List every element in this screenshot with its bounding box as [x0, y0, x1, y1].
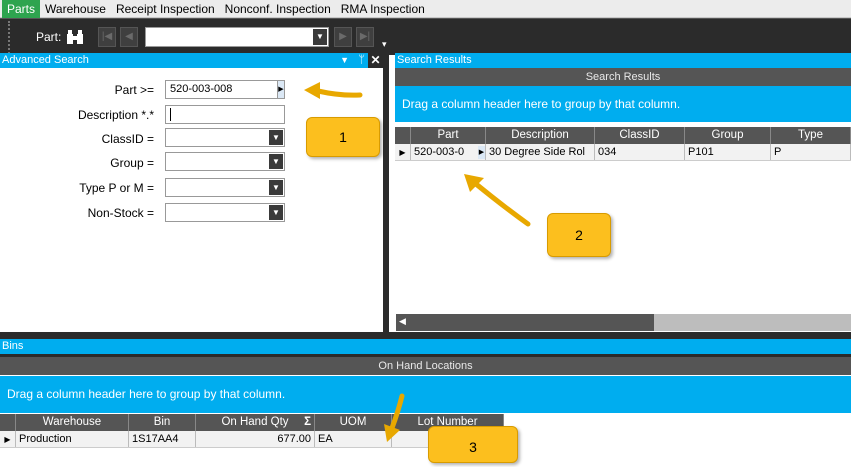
callout-1: 1 — [306, 117, 380, 157]
arrow-3-icon — [384, 393, 405, 442]
row-selector-header — [395, 127, 411, 144]
row-indicator-icon: ▶ — [0, 431, 16, 447]
splitter[interactable] — [0, 332, 851, 339]
chevron-down-icon[interactable]: ▼ — [269, 205, 283, 220]
description-field-label: Description *.* — [77, 108, 154, 122]
type-combo[interactable]: ▼ — [165, 178, 285, 197]
horizontal-scrollbar[interactable]: ◀ — [396, 314, 851, 331]
col-description[interactable]: Description — [486, 127, 595, 144]
part-label: Part: — [36, 30, 62, 44]
menu-parts[interactable]: Parts — [2, 0, 41, 18]
advanced-search-title: Advanced Search — [2, 54, 89, 66]
cell-qty[interactable]: 677.00 — [196, 431, 315, 447]
group-field-label: Group = — [110, 156, 154, 170]
group-combo[interactable]: ▼ — [165, 152, 285, 171]
group-by-bar[interactable]: Drag a column header here to group by th… — [395, 86, 851, 122]
classid-combo[interactable]: ▼ — [165, 128, 285, 147]
part-field-label: Part >= — [114, 83, 154, 97]
menu-warehouse[interactable]: Warehouse — [40, 0, 111, 18]
col-group[interactable]: Group — [685, 127, 771, 144]
callout-3: 3 — [428, 426, 518, 463]
chevron-down-icon[interactable]: ▼ — [269, 130, 283, 145]
prev-record-button[interactable]: ◀ — [120, 27, 138, 47]
binoculars-icon[interactable] — [66, 29, 84, 48]
cell-bin[interactable]: 1S17AA4 — [129, 431, 196, 447]
menu-bar: Parts Warehouse Receipt Inspection Nonco… — [0, 0, 851, 18]
prev-icon: ◀ — [125, 31, 133, 42]
scrollbar-track[interactable] — [654, 314, 851, 331]
dropdown-icon[interactable]: ▼ — [340, 53, 349, 68]
bins-panel: Bins On Hand Locations Drag a column hea… — [0, 339, 851, 463]
menu-nonconf-inspection[interactable]: Nonconf. Inspection — [220, 0, 336, 18]
type-field-label: Type P or M = — [79, 181, 154, 195]
first-record-button[interactable]: |◀ — [98, 27, 116, 47]
col-type[interactable]: Type — [771, 127, 851, 144]
col-part[interactable]: Part — [411, 127, 486, 144]
classid-field-label: ClassID = — [101, 132, 154, 146]
cell-description[interactable]: 30 Degree Side Rol — [486, 144, 595, 160]
toolbar-grip[interactable] — [8, 21, 12, 54]
col-on-hand-qty[interactable]: On Hand Qty Σ — [196, 414, 315, 431]
callout-2: 2 — [547, 213, 611, 257]
col-on-hand-qty-label: On Hand Qty — [221, 416, 289, 428]
description-field[interactable] — [165, 105, 285, 124]
menu-receipt-inspection[interactable]: Receipt Inspection — [111, 0, 220, 18]
cell-group[interactable]: P101 — [685, 144, 771, 160]
col-bin[interactable]: Bin — [129, 414, 196, 431]
pin-icon[interactable]: ᛘ — [358, 53, 365, 68]
next-record-button[interactable]: ▶ — [334, 27, 352, 47]
close-icon[interactable]: ✕ — [368, 53, 383, 68]
overflow-chevron-icon[interactable]: ▾ — [382, 39, 387, 50]
results-grid-header: Part Description ClassID Group Type — [395, 127, 851, 144]
caret-right-icon[interactable]: ▶ — [277, 81, 284, 98]
first-icon: |◀ — [101, 31, 113, 42]
table-row[interactable]: ▶ 520-003-0 ▶ 30 Degree Side Rol 034 P101… — [395, 144, 851, 161]
cell-part[interactable]: 520-003-0 ▶ — [411, 144, 486, 160]
row-indicator-icon: ▶ — [395, 144, 411, 160]
scroll-left-icon[interactable]: ◀ — [399, 316, 406, 327]
nonstock-combo[interactable]: ▼ — [165, 203, 285, 222]
text-cursor — [170, 108, 171, 121]
arrow-2-icon — [464, 174, 531, 227]
cell-warehouse[interactable]: Production — [16, 431, 129, 447]
cell-part-text: 520-003-0 — [414, 146, 465, 158]
part-field-value: 520-003-008 — [170, 83, 233, 95]
col-classid[interactable]: ClassID — [595, 127, 685, 144]
chevron-down-icon[interactable]: ▼ — [269, 180, 283, 195]
last-record-button[interactable]: ▶| — [356, 27, 374, 47]
part-field[interactable]: 520-003-008 ▶ — [165, 80, 285, 99]
cell-type[interactable]: P — [771, 144, 851, 160]
arrow-1-icon — [304, 82, 363, 99]
bins-group-by-bar[interactable]: Drag a column header here to group by th… — [0, 376, 851, 413]
part-combo[interactable]: ▼ — [145, 27, 329, 47]
next-icon: ▶ — [339, 31, 347, 42]
col-warehouse[interactable]: Warehouse — [16, 414, 129, 431]
advanced-search-header: Advanced Search ▼ ᛘ ✕ — [0, 53, 383, 68]
on-hand-locations-title: On Hand Locations — [0, 357, 851, 375]
cell-classid[interactable]: 034 — [595, 144, 685, 160]
caret-right-icon[interactable]: ▶ — [478, 146, 485, 159]
chevron-down-icon[interactable]: ▼ — [269, 154, 283, 169]
nonstock-field-label: Non-Stock = — [87, 206, 154, 220]
last-icon: ▶| — [359, 31, 371, 42]
chevron-down-icon[interactable]: ▼ — [313, 29, 327, 45]
menu-rma-inspection[interactable]: RMA Inspection — [336, 0, 430, 18]
search-results-header: Search Results — [395, 53, 851, 68]
row-selector-header — [0, 414, 16, 431]
bins-header: Bins — [0, 339, 851, 354]
toolbar: Part: |◀ ◀ ▼ ▶ ▶| ▾ — [0, 18, 851, 55]
sigma-icon[interactable]: Σ — [304, 414, 311, 431]
search-results-grid-title: Search Results — [395, 68, 851, 86]
